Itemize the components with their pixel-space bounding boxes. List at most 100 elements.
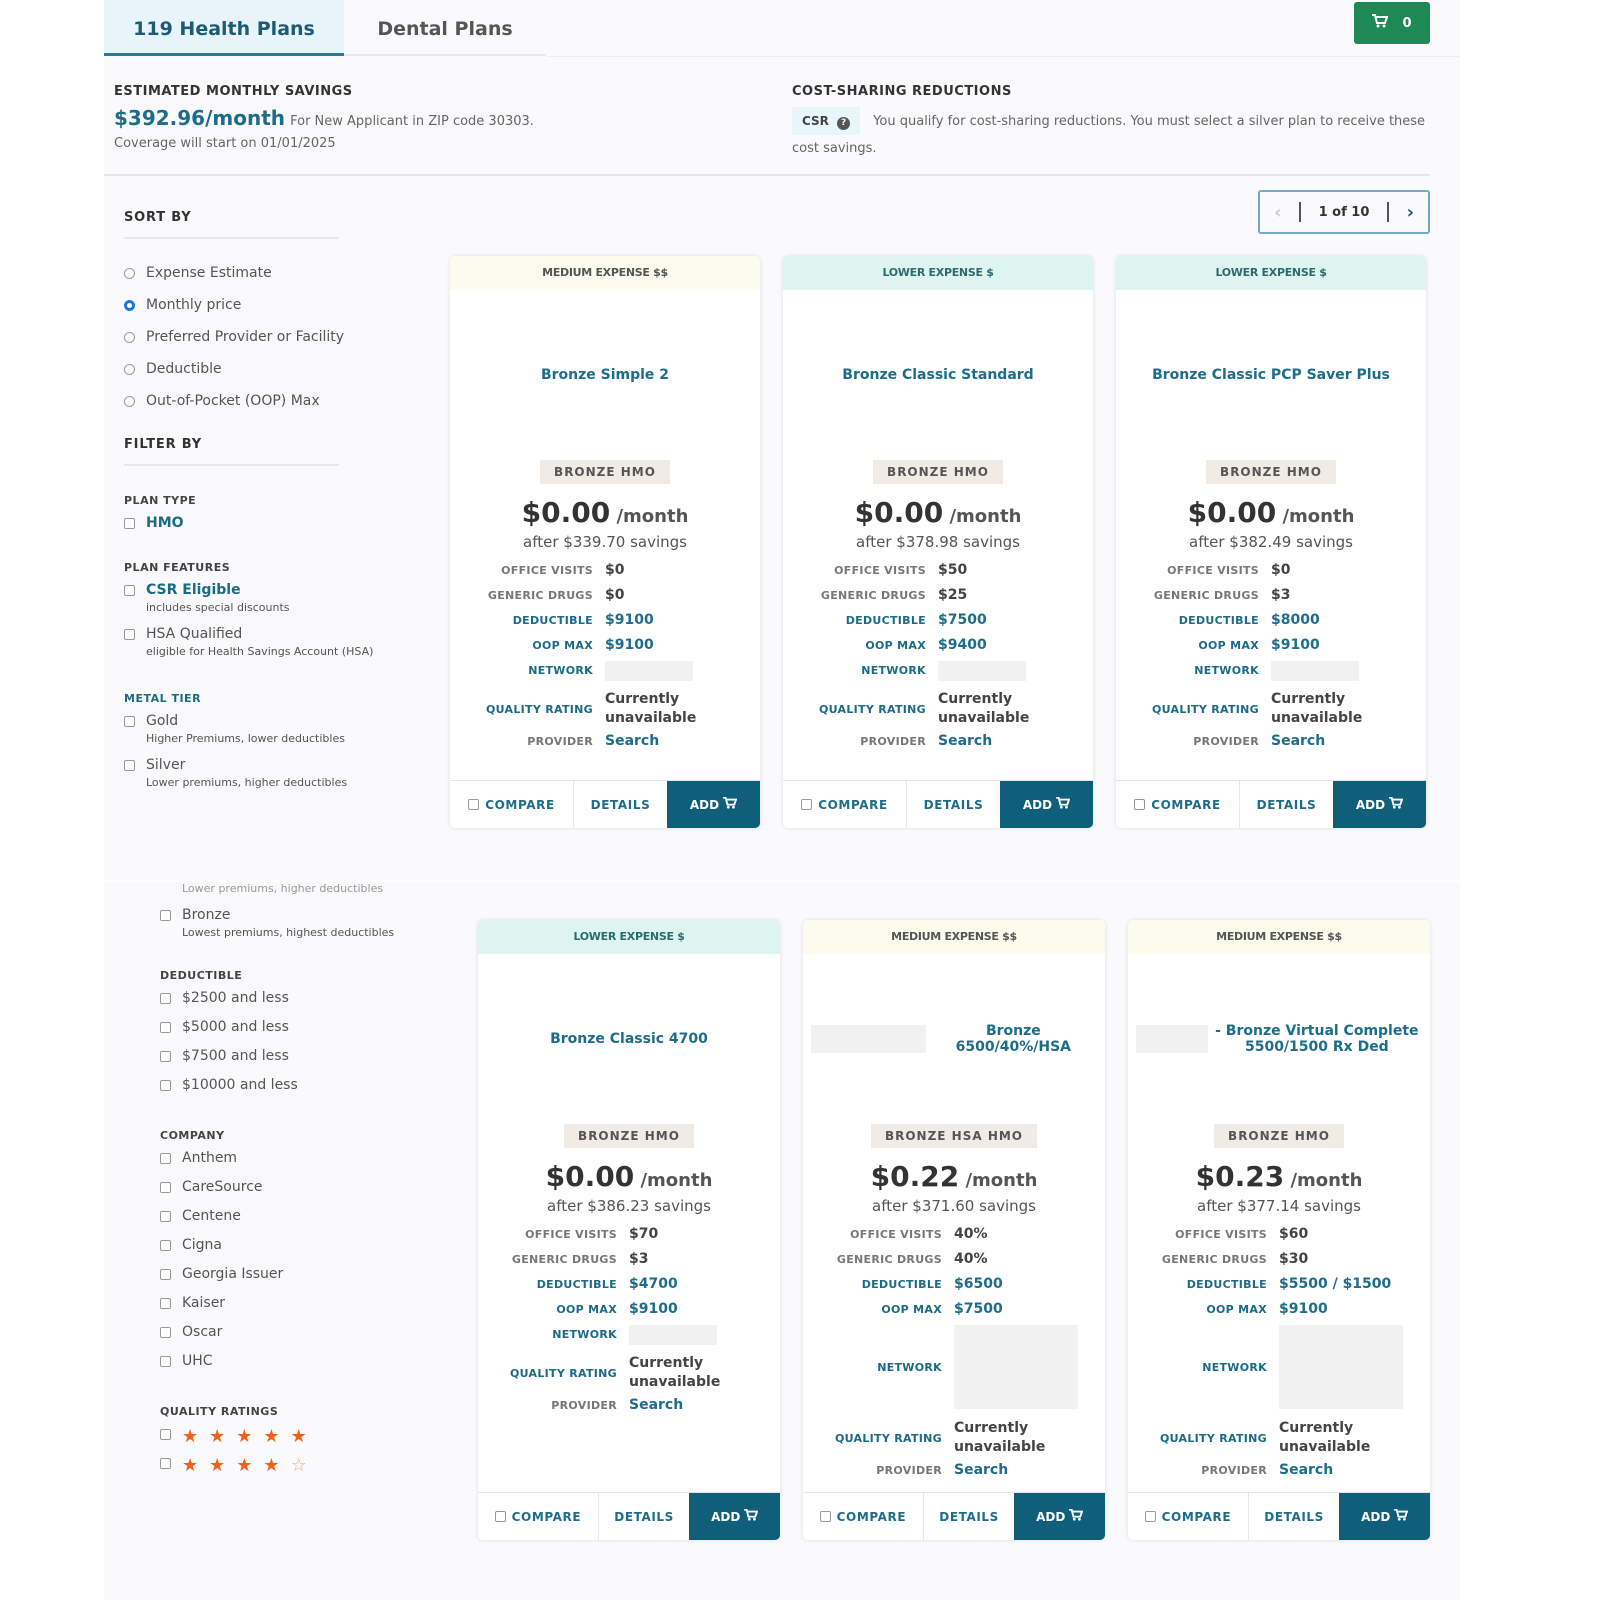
provider-search-link[interactable]: Search xyxy=(1279,1461,1430,1480)
plan-name-text[interactable]: Bronze Classic 4700 xyxy=(550,1031,708,1047)
compare-checkbox[interactable]: COMPARE xyxy=(450,781,574,828)
checkbox[interactable] xyxy=(124,760,135,771)
deductible-filter-option[interactable]: $10000 and less xyxy=(160,1077,460,1093)
plan-name[interactable]: - Bronze Virtual Complete 5500/1500 Rx D… xyxy=(1128,954,1430,1124)
checkbox[interactable] xyxy=(160,993,171,1004)
plan-name[interactable]: Bronze Classic PCP Saver Plus xyxy=(1116,290,1426,460)
sort-option-expense[interactable]: Expense Estimate xyxy=(124,257,424,289)
checkbox[interactable] xyxy=(160,1458,171,1469)
radio-button[interactable] xyxy=(124,363,135,375)
filter-gold[interactable]: Gold Higher Premiums, lower deductibles xyxy=(124,713,424,745)
plan-name-text[interactable]: Bronze Classic Standard xyxy=(842,367,1033,383)
sort-option-monthly-price[interactable]: Monthly price xyxy=(124,289,424,321)
provider-search-link[interactable]: Search xyxy=(605,732,760,751)
chevron-right-icon[interactable]: › xyxy=(1407,202,1414,223)
checkbox[interactable] xyxy=(160,1051,171,1062)
checkbox[interactable] xyxy=(160,1182,171,1193)
plan-name[interactable]: Bronze Classic Standard xyxy=(783,290,1093,460)
checkbox[interactable] xyxy=(160,1356,171,1367)
compare-checkbox[interactable]: COMPARE xyxy=(783,781,907,828)
checkbox[interactable] xyxy=(160,1080,171,1091)
compare-checkbox[interactable]: COMPARE xyxy=(1128,1493,1249,1540)
sort-option-preferred-provider[interactable]: Preferred Provider or Facility xyxy=(124,321,424,353)
checkbox[interactable] xyxy=(160,910,171,921)
chevron-left-icon[interactable]: ‹ xyxy=(1274,202,1281,223)
filter-csr-eligible[interactable]: CSR Eligible includes special discounts xyxy=(124,582,424,614)
checkbox[interactable] xyxy=(124,629,135,640)
provider-search-link[interactable]: Search xyxy=(954,1461,1105,1480)
csr-badge[interactable]: CSR ? xyxy=(792,107,861,135)
deductible-filter-option[interactable]: $5000 and less xyxy=(160,1019,460,1035)
checkbox[interactable] xyxy=(160,1211,171,1222)
checkbox[interactable] xyxy=(160,1153,171,1164)
tab-health-plans[interactable]: 119 Health Plans xyxy=(104,0,344,56)
company-filter-option[interactable]: UHC xyxy=(160,1353,460,1369)
company-filter-option[interactable]: Kaiser xyxy=(160,1295,460,1311)
plan-name-text[interactable]: Bronze Classic PCP Saver Plus xyxy=(1152,367,1390,383)
details-button[interactable]: DETAILS xyxy=(924,1493,1015,1540)
radio-button-selected[interactable] xyxy=(124,299,135,311)
compare-checkbox[interactable]: COMPARE xyxy=(478,1493,599,1540)
add-to-cart-button[interactable]: ADD xyxy=(1014,1493,1105,1540)
checkbox[interactable] xyxy=(468,799,480,810)
checkbox[interactable] xyxy=(1144,1511,1156,1522)
checkbox[interactable] xyxy=(160,1327,171,1338)
deductible-filter-option[interactable]: $2500 and less xyxy=(160,990,460,1006)
checkbox[interactable] xyxy=(494,1511,506,1522)
company-filter-option[interactable]: Oscar xyxy=(160,1324,460,1340)
add-to-cart-button[interactable]: ADD xyxy=(667,781,760,828)
add-to-cart-button[interactable]: ADD xyxy=(689,1493,780,1540)
details-button[interactable]: DETAILS xyxy=(599,1493,690,1540)
card-actions: COMPARE DETAILS ADD xyxy=(803,1492,1105,1540)
filter-hsa-qualified[interactable]: HSA Qualified eligible for Health Savings… xyxy=(124,626,424,658)
checkbox[interactable] xyxy=(801,799,813,810)
plan-name[interactable]: Bronze Simple 2 xyxy=(450,290,760,460)
radio-button[interactable] xyxy=(124,331,135,343)
plan-name[interactable]: Bronze Classic 4700 xyxy=(478,954,780,1124)
details-button[interactable]: DETAILS xyxy=(907,781,1000,828)
add-to-cart-button[interactable]: ADD xyxy=(1333,781,1426,828)
tab-dental-plans[interactable]: Dental Plans xyxy=(344,0,546,56)
add-to-cart-button[interactable]: ADD xyxy=(1000,781,1093,828)
checkbox[interactable] xyxy=(1134,799,1146,810)
radio-button[interactable] xyxy=(124,395,135,407)
question-circle-icon[interactable]: ? xyxy=(837,117,851,130)
filter-hmo[interactable]: HMO xyxy=(124,515,424,531)
filter-bronze[interactable]: Bronze Lowest premiums, highest deductibl… xyxy=(160,907,460,939)
checkbox[interactable] xyxy=(819,1511,831,1522)
plan-name[interactable]: Bronze 6500/40%/HSA xyxy=(803,954,1105,1124)
checkbox[interactable] xyxy=(124,585,135,596)
quality-rating-option[interactable]: ★ ★ ★ ★ ★ xyxy=(160,1426,460,1447)
deductible-filter-option[interactable]: $7500 and less xyxy=(160,1048,460,1064)
sort-option-deductible[interactable]: Deductible xyxy=(124,353,424,385)
plan-name-text[interactable]: - Bronze Virtual Complete 5500/1500 Rx D… xyxy=(1212,1023,1422,1055)
company-filter-option[interactable]: Anthem xyxy=(160,1150,460,1166)
provider-search-link[interactable]: Search xyxy=(1271,732,1426,751)
company-filter-option[interactable]: CareSource xyxy=(160,1179,460,1195)
provider-search-link[interactable]: Search xyxy=(629,1396,780,1415)
checkbox[interactable] xyxy=(124,716,135,727)
checkbox[interactable] xyxy=(124,518,135,529)
filter-silver[interactable]: Silver Lower premiums, higher deductibles xyxy=(124,757,424,789)
compare-checkbox[interactable]: COMPARE xyxy=(1116,781,1240,828)
checkbox[interactable] xyxy=(160,1298,171,1309)
company-filter-option[interactable]: Centene xyxy=(160,1208,460,1224)
checkbox[interactable] xyxy=(160,1022,171,1033)
provider-search-link[interactable]: Search xyxy=(938,732,1093,751)
details-button[interactable]: DETAILS xyxy=(1249,1493,1340,1540)
cart-button[interactable]: 0 xyxy=(1354,2,1430,44)
plan-name-text[interactable]: Bronze Simple 2 xyxy=(541,367,669,383)
quality-rating-option[interactable]: ★ ★ ★ ★ ☆ xyxy=(160,1455,460,1476)
sort-option-oop-max[interactable]: Out-of-Pocket (OOP) Max xyxy=(124,385,424,417)
company-filter-option[interactable]: Georgia Issuer xyxy=(160,1266,460,1282)
add-to-cart-button[interactable]: ADD xyxy=(1339,1493,1430,1540)
plan-name-text[interactable]: Bronze 6500/40%/HSA xyxy=(930,1023,1097,1055)
company-filter-option[interactable]: Cigna xyxy=(160,1237,460,1253)
checkbox[interactable] xyxy=(160,1269,171,1280)
details-button[interactable]: DETAILS xyxy=(574,781,667,828)
checkbox[interactable] xyxy=(160,1240,171,1251)
details-button[interactable]: DETAILS xyxy=(1240,781,1333,828)
radio-button[interactable] xyxy=(124,267,135,279)
compare-checkbox[interactable]: COMPARE xyxy=(803,1493,924,1540)
checkbox[interactable] xyxy=(160,1429,171,1440)
